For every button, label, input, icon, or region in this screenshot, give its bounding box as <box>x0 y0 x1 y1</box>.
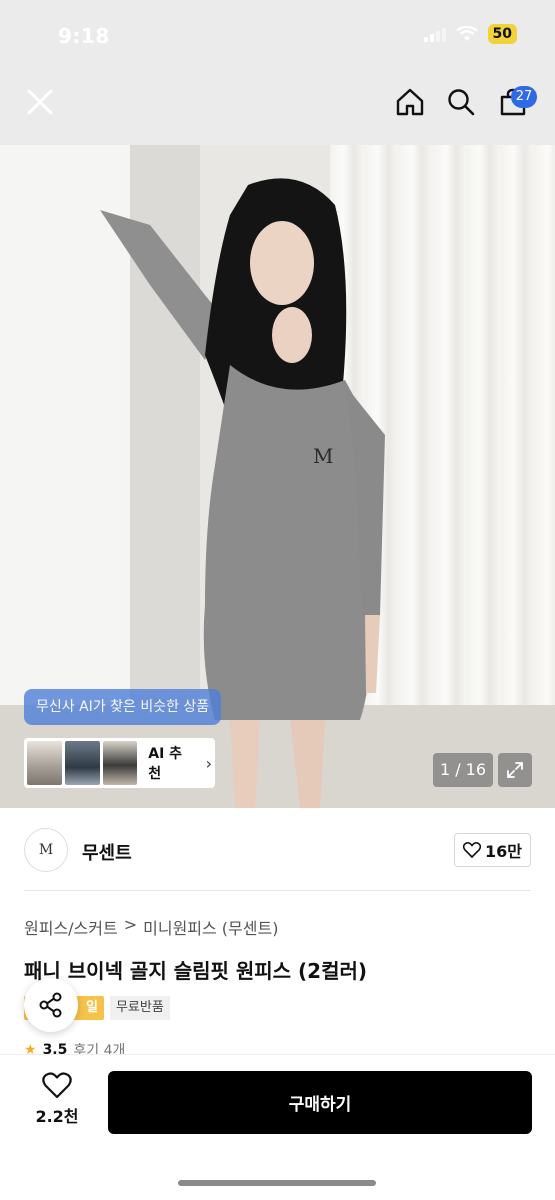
similar-product-thumbnail[interactable] <box>64 741 100 785</box>
home-icon <box>396 88 424 116</box>
search-icon <box>448 89 475 116</box>
brand-logo[interactable]: M <box>24 828 68 872</box>
home-button[interactable] <box>392 84 428 120</box>
divider <box>24 890 531 891</box>
close-icon <box>27 89 53 115</box>
product-title: 패니 브이넥 골지 슬림핏 원피스 (2컬러) <box>24 959 368 983</box>
ai-recommendation-label: AI 추천 <box>148 746 183 782</box>
cart-count-badge: 27 <box>511 86 537 108</box>
ai-recommendation-card[interactable]: AI 추천 › <box>24 738 215 788</box>
share-button[interactable] <box>24 978 78 1032</box>
expand-icon <box>507 762 523 778</box>
similar-product-thumbnail[interactable] <box>102 741 138 785</box>
brand-like-count: 16만 <box>485 842 522 861</box>
top-bar: 9:18 50 <box>0 0 555 145</box>
breadcrumb-subcategory[interactable]: 미니원피스 (무센트) <box>143 915 278 939</box>
chevron-right-icon: › <box>205 753 212 773</box>
brand-name[interactable]: 무센트 <box>82 839 132 865</box>
search-button[interactable] <box>443 84 479 120</box>
breadcrumb-separator: > <box>123 915 138 934</box>
status-time: 9:18 <box>58 24 110 48</box>
wishlist-count: 2.2천 <box>35 1107 79 1126</box>
status-icons: 50 <box>423 24 517 44</box>
breadcrumb-category[interactable]: 원피스/스커트 <box>24 915 118 939</box>
ai-recommendation-tooltip: 무신사 AI가 찾은 비슷한 상품 <box>24 689 222 725</box>
heart-icon <box>463 842 481 858</box>
close-button[interactable] <box>22 84 58 120</box>
share-icon <box>39 992 62 1018</box>
signal-icon <box>423 26 446 42</box>
free-return-badge: 무료반품 <box>109 996 170 1020</box>
brand-like-button[interactable]: 16만 <box>454 833 531 867</box>
svg-text:M: M <box>313 444 333 468</box>
heart-icon <box>42 1072 72 1099</box>
battery-indicator: 50 <box>487 24 517 44</box>
similar-product-thumbnail[interactable] <box>27 741 62 785</box>
image-pager: 1 / 16 <box>433 753 493 787</box>
wifi-icon <box>455 26 478 41</box>
breadcrumb: 원피스/스커트 > 미니원피스 (무센트) <box>24 915 278 939</box>
buy-button[interactable]: 구매하기 <box>108 1071 532 1134</box>
wishlist-button[interactable]: 2.2천 <box>30 1072 84 1132</box>
expand-image-button[interactable] <box>498 753 532 787</box>
home-indicator <box>178 1180 376 1186</box>
